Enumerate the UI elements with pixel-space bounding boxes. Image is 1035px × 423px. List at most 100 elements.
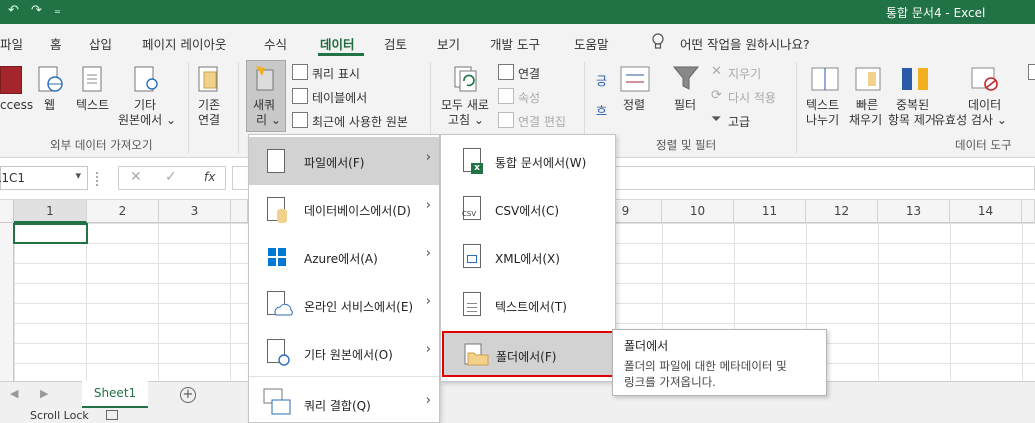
refresh-all-icon[interactable] xyxy=(452,64,480,92)
column-header[interactable]: 10 xyxy=(662,200,734,223)
properties-label: 속성 xyxy=(518,91,541,105)
column-header[interactable]: 14 xyxy=(950,200,1022,223)
remove-duplicates-icon[interactable] xyxy=(900,66,932,92)
menu-item-label: 통합 문서에서(W) xyxy=(495,156,587,170)
column-header[interactable] xyxy=(1022,200,1035,223)
cancel-icon[interactable]: ✕ xyxy=(130,169,142,185)
sheet-tab-sheet1[interactable]: Sheet1 xyxy=(82,381,148,408)
text-to-columns-label-2[interactable]: 나누기 xyxy=(806,113,839,128)
enter-icon[interactable]: ✓ xyxy=(165,169,177,185)
column-header[interactable]: 1 xyxy=(14,200,87,223)
select-all-corner[interactable] xyxy=(0,200,14,223)
tab-review[interactable]: 검토 xyxy=(384,34,407,53)
excel-window: ↶ ↷ ₌ 통합 문서4 - Excel 파일 홈 삽입 페이지 레이아웃 수식… xyxy=(0,0,1035,423)
selected-cell[interactable] xyxy=(13,223,88,244)
filter-icon[interactable] xyxy=(672,64,700,92)
tell-me-box[interactable]: 어떤 작업을 원하시나요? xyxy=(680,34,810,53)
existing-connections-icon[interactable] xyxy=(198,66,222,94)
data-validation-label-1[interactable]: 데이터 xyxy=(968,98,1001,113)
flash-fill-label-2[interactable]: 채우기 xyxy=(849,113,882,128)
filter-label[interactable]: 필터 xyxy=(674,98,696,113)
scroll-left-icon[interactable]: ◀ xyxy=(10,387,18,400)
row-headers[interactable] xyxy=(0,223,14,381)
web-icon[interactable] xyxy=(38,66,64,94)
from-web-label[interactable]: 웹 xyxy=(44,98,55,113)
refresh-all-label-2[interactable]: 고침 ⌄ xyxy=(448,113,484,128)
menu-item-from-folder[interactable]: 폴더에서(F) xyxy=(442,331,614,377)
recent-sources-label[interactable]: 최근에 사용한 원본 xyxy=(312,113,408,130)
connections-label[interactable]: 연결 xyxy=(518,65,540,82)
column-header[interactable]: 3 xyxy=(159,200,231,223)
tab-help[interactable]: 도움말 xyxy=(574,34,609,53)
column-header[interactable]: 12 xyxy=(806,200,878,223)
tab-file[interactable]: 파일 xyxy=(0,34,23,53)
tab-home[interactable]: 홈 xyxy=(50,34,62,53)
tab-data[interactable]: 데이터 xyxy=(320,34,355,53)
existing-connections-label-1[interactable]: 기존 xyxy=(198,98,220,113)
consolidate-icon[interactable] xyxy=(1028,64,1035,80)
menu-item-from-other-sources[interactable]: 기타 원본에서(O) › xyxy=(249,329,439,377)
connections-icon[interactable] xyxy=(498,64,514,80)
macro-record-icon[interactable] xyxy=(106,410,118,420)
other-sources-label-1[interactable]: 기타 xyxy=(134,98,156,113)
text-file-icon[interactable] xyxy=(82,66,106,94)
group-label-get-external: 외부 데이터 가져오기 xyxy=(50,138,153,152)
text-to-columns-icon[interactable] xyxy=(810,66,840,92)
menu-item-from-database[interactable]: 데이터베이스에서(D) › xyxy=(249,185,439,233)
menu-item-combine-queries[interactable]: 쿼리 결합(Q) › xyxy=(249,380,439,423)
data-validation-label-2[interactable]: 유효성 검사 ⌄ xyxy=(934,113,1007,128)
menu-item-from-csv[interactable]: CSV CSV에서(C) xyxy=(441,185,615,233)
column-header[interactable]: 2 xyxy=(87,200,159,223)
refresh-all-label-1[interactable]: 모두 새로 xyxy=(441,98,489,113)
remove-duplicates-label-1[interactable]: 중복된 xyxy=(896,98,929,113)
column-header[interactable] xyxy=(231,200,248,223)
menu-item-label: 온라인 서비스에서(E) xyxy=(304,300,414,314)
from-table-icon[interactable] xyxy=(292,88,308,104)
show-queries-label[interactable]: 쿼리 표시 xyxy=(312,65,360,82)
menu-item-from-text[interactable]: 텍스트에서(T) xyxy=(441,281,615,329)
tab-formulas[interactable]: 수식 xyxy=(264,34,287,53)
sort-icon[interactable] xyxy=(620,66,650,92)
tab-page-layout[interactable]: 페이지 레이아웃 xyxy=(142,34,226,53)
from-text-label[interactable]: 텍스트 xyxy=(76,98,109,113)
add-sheet-button[interactable]: + xyxy=(180,387,196,403)
other-sources-icon[interactable] xyxy=(134,66,162,94)
menu-item-from-xml[interactable]: XML에서(X) xyxy=(441,233,615,281)
reapply-label: 다시 적용 xyxy=(728,91,776,105)
column-header[interactable]: 13 xyxy=(878,200,950,223)
menu-item-label: CSV에서(C) xyxy=(495,204,560,218)
sort-ascending-icon[interactable]: 긍 xyxy=(596,72,607,89)
tooltip: 폴더에서 폴더의 파일에 대한 메타데이터 및 링크를 가져옵니다. xyxy=(612,329,827,396)
menu-item-from-azure[interactable]: Azure에서(A) › xyxy=(249,233,439,281)
advanced-filter-label[interactable]: 고급 xyxy=(728,113,750,130)
flash-fill-icon[interactable] xyxy=(854,66,882,92)
quick-access-toolbar[interactable]: ↶ ↷ ₌ xyxy=(8,3,65,18)
flash-fill-label-1[interactable]: 빠른 xyxy=(856,98,878,113)
data-validation-icon[interactable] xyxy=(970,66,1000,92)
sort-descending-icon[interactable]: 흐 xyxy=(596,102,607,119)
scroll-right-icon[interactable]: ▶ xyxy=(40,387,48,400)
column-header[interactable]: 11 xyxy=(734,200,806,223)
tab-developer[interactable]: 개발 도구 xyxy=(490,34,540,53)
chevron-down-icon[interactable]: ▾ xyxy=(75,169,81,182)
access-icon[interactable] xyxy=(0,66,22,94)
other-sources-label-2[interactable]: 원본에서 ⌄ xyxy=(118,113,176,128)
advanced-filter-icon[interactable]: ⏷ xyxy=(711,112,721,127)
existing-connections-label-2[interactable]: 연결 xyxy=(198,113,220,128)
name-box[interactable]: R1C1 ▾ xyxy=(0,166,88,190)
remove-duplicates-label-2[interactable]: 항목 제거 xyxy=(888,113,936,128)
show-queries-icon[interactable] xyxy=(292,64,308,80)
tab-view[interactable]: 보기 xyxy=(437,34,460,53)
sort-label[interactable]: 정렬 xyxy=(623,98,645,113)
menu-item-from-online-services[interactable]: 온라인 서비스에서(E) › xyxy=(249,281,439,329)
menu-item-from-file[interactable]: 파일에서(F) › xyxy=(249,137,439,185)
text-to-columns-label-1[interactable]: 텍스트 xyxy=(806,98,839,113)
from-table-label[interactable]: 테이블에서 xyxy=(312,89,367,106)
new-query-menu: 파일에서(F) › 데이터베이스에서(D) › Azure에서(A) › 온라인… xyxy=(248,134,440,423)
menu-item-from-workbook[interactable]: x 통합 문서에서(W) xyxy=(441,137,615,185)
from-access-label[interactable]: ccess xyxy=(0,98,33,113)
recent-sources-icon[interactable] xyxy=(292,112,308,128)
formula-bar-grip[interactable] xyxy=(96,172,100,186)
insert-function-icon[interactable]: fx xyxy=(204,170,215,184)
tab-insert[interactable]: 삽입 xyxy=(89,34,112,53)
